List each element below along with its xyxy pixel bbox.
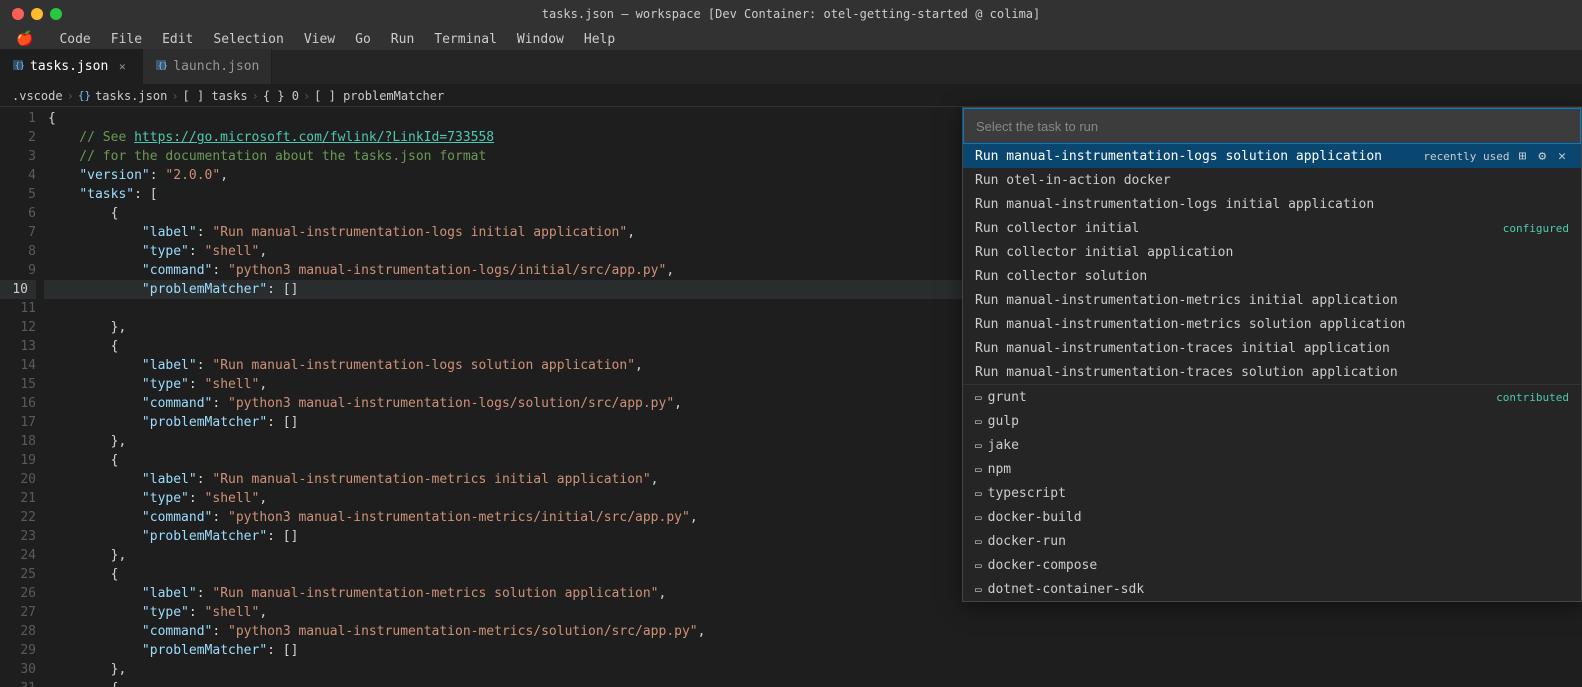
menu-selection[interactable]: Selection [205,28,291,50]
breadcrumb-tasksjson[interactable]: tasks.json [95,89,167,103]
menu-bar: 🍎 Code File Edit Selection View Go Run T… [0,28,1582,50]
task-label: docker-run [988,534,1066,549]
menu-terminal[interactable]: Terminal [426,28,505,50]
task-label: Run manual-instrumentation-metrics solut… [975,317,1405,332]
task-label: grunt [988,390,1027,405]
menu-edit[interactable]: Edit [154,28,201,50]
task-label: Run manual-instrumentation-logs solution… [975,149,1382,164]
gear-icon[interactable]: ⚙ [1535,148,1549,165]
task-item-run-collector-solution[interactable]: Run collector solution [963,264,1581,288]
tabs-bar: {} tasks.json ✕ {} launch.json [0,50,1582,85]
menu-apple[interactable]: 🍎 [8,28,41,50]
task-label: Run otel-in-action docker [975,173,1171,188]
task-item-run-collector-initial-app[interactable]: Run collector initial application [963,240,1581,264]
menu-code[interactable]: Code [51,28,98,50]
task-item-gulp[interactable]: ▭ gulp [963,409,1581,433]
traffic-lights [12,8,62,20]
breadcrumb-tasks-icon: {} [78,89,91,102]
badge-contributed: contributed [1496,391,1569,404]
task-item-run-otel-docker[interactable]: Run otel-in-action docker [963,168,1581,192]
tab-tasks-icon: {} [12,59,24,74]
task-item-dotnet-container-sdk[interactable]: ▭ dotnet-container-sdk [963,577,1581,601]
task-label: dotnet-container-sdk [988,582,1145,597]
breadcrumb-problemmatcher[interactable]: [ ] problemMatcher [314,89,444,103]
svg-text:{}: {} [158,61,167,70]
menu-run[interactable]: Run [383,28,422,50]
breadcrumb-vscode[interactable]: .vscode [12,89,63,103]
task-item-run-manual-metrics-initial[interactable]: Run manual-instrumentation-metrics initi… [963,288,1581,312]
task-item-docker-run[interactable]: ▭ docker-run [963,529,1581,553]
folder-icon: ▭ [975,583,982,596]
task-item-run-manual-logs-initial[interactable]: Run manual-instrumentation-logs initial … [963,192,1581,216]
breadcrumb-tasks-array[interactable]: [ ] tasks [183,89,248,103]
folder-icon: ▭ [975,487,982,500]
folder-icon: ▭ [975,535,982,548]
task-item-run-manual-traces-solution[interactable]: Run manual-instrumentation-traces soluti… [963,360,1581,384]
task-item-typescript[interactable]: ▭ typescript [963,481,1581,505]
task-label: Run manual-instrumentation-logs initial … [975,197,1374,212]
task-label: Run collector initial application [975,245,1233,260]
tab-tasks-close[interactable]: ✕ [114,59,130,75]
menu-go[interactable]: Go [347,28,379,50]
task-item-run-manual-traces-initial[interactable]: Run manual-instrumentation-traces initia… [963,336,1581,360]
folder-icon: ▭ [975,559,982,572]
split-icon[interactable]: ⊞ [1516,148,1530,165]
folder-icon: ▭ [975,439,982,452]
menu-file[interactable]: File [103,28,150,50]
task-item-grunt[interactable]: ▭ grunt contributed [963,385,1581,409]
task-item-run-manual-metrics-solution[interactable]: Run manual-instrumentation-metrics solut… [963,312,1581,336]
menu-view[interactable]: View [296,28,343,50]
tab-tasks-json[interactable]: {} tasks.json ✕ [0,49,143,84]
badge-configured: configured [1503,222,1569,235]
task-label: jake [988,438,1019,453]
titlebar: tasks.json — workspace [Dev Container: o… [0,0,1582,28]
task-label: Run collector initial [975,221,1139,236]
line-numbers: 12345 678910 1112131415 1617181920 21222… [0,107,44,687]
folder-icon: ▭ [975,415,982,428]
task-list: Run manual-instrumentation-logs solution… [963,144,1581,601]
task-search-input[interactable] [963,108,1581,144]
close-button[interactable] [12,8,24,20]
task-label: Run manual-instrumentation-traces initia… [975,341,1390,356]
menu-help[interactable]: Help [576,28,623,50]
task-label: Run manual-instrumentation-traces soluti… [975,365,1398,380]
minimize-button[interactable] [31,8,43,20]
close-icon[interactable]: ✕ [1555,148,1569,165]
task-label: npm [988,462,1011,477]
task-label: typescript [988,486,1066,501]
breadcrumb: .vscode › {} tasks.json › [ ] tasks › { … [0,85,1582,107]
editor-area: 12345 678910 1112131415 1617181920 21222… [0,107,1582,687]
task-label: Run collector solution [975,269,1147,284]
folder-icon: ▭ [975,511,982,524]
task-label: gulp [988,414,1019,429]
task-label: docker-build [988,510,1082,525]
task-label: Run manual-instrumentation-metrics initi… [975,293,1398,308]
svg-text:{}: {} [15,61,24,70]
folder-icon: ▭ [975,463,982,476]
tab-launch-json[interactable]: {} launch.json [143,49,272,84]
menu-window[interactable]: Window [509,28,572,50]
folder-icon: ▭ [975,391,982,404]
task-item-run-collector-initial[interactable]: Run collector initial configured [963,216,1581,240]
task-item-jake[interactable]: ▭ jake [963,433,1581,457]
tab-launch-icon: {} [155,59,167,74]
tab-tasks-label: tasks.json [30,59,108,74]
breadcrumb-0[interactable]: { } 0 [263,89,299,103]
task-item-run-manual-logs-solution[interactable]: Run manual-instrumentation-logs solution… [963,144,1581,168]
badge-recently-used: recently used [1423,150,1509,163]
maximize-button[interactable] [50,8,62,20]
task-dropdown: Run manual-instrumentation-logs solution… [962,107,1582,602]
task-item-npm[interactable]: ▭ npm [963,457,1581,481]
tab-launch-label: launch.json [173,59,259,74]
task-item-docker-compose[interactable]: ▭ docker-compose [963,553,1581,577]
task-label: docker-compose [988,558,1098,573]
task-item-docker-build[interactable]: ▭ docker-build [963,505,1581,529]
window-title: tasks.json — workspace [Dev Container: o… [12,7,1570,21]
